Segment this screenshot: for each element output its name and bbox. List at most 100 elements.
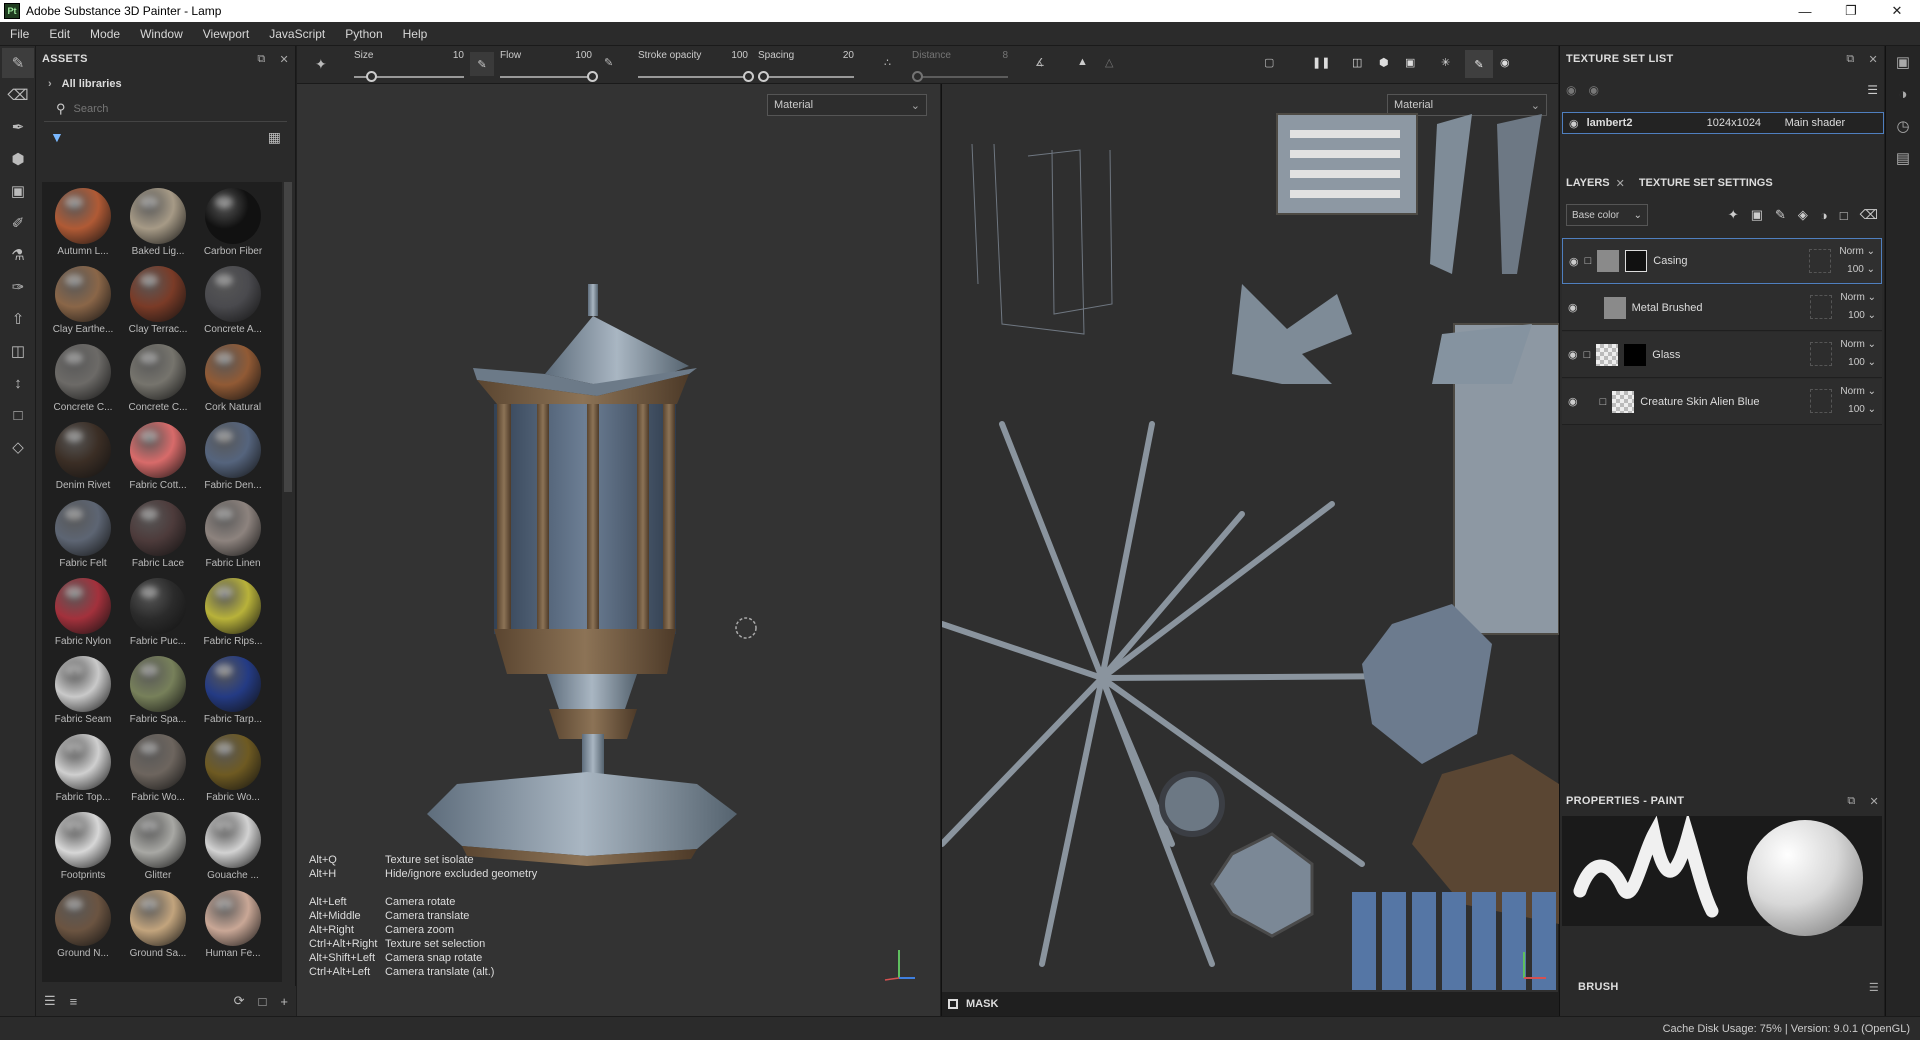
search-input[interactable]: [73, 102, 274, 115]
viewport-2d[interactable]: Material ⌄ MASK: [941, 84, 1559, 1016]
eye-icon[interactable]: ◉: [1588, 83, 1598, 97]
visibility-eye-icon[interactable]: ◉: [1568, 301, 1578, 314]
asset-item[interactable]: Fabric Tarp...: [199, 654, 267, 732]
slider-knob[interactable]: [911, 71, 923, 82]
lighting-icon[interactable]: ✳: [1441, 56, 1450, 69]
asset-item[interactable]: Autumn L...: [49, 186, 117, 264]
add-icon[interactable]: +: [280, 994, 288, 1009]
asset-item[interactable]: Fabric Nylon: [49, 576, 117, 654]
asset-item[interactable]: Fabric Linen: [199, 498, 267, 576]
asset-item[interactable]: Fabric Rips...: [199, 576, 267, 654]
brush-preset-icon[interactable]: ✦: [315, 56, 327, 73]
close-icon[interactable]: ✕: [1874, 0, 1920, 22]
smudge-icon[interactable]: ✐: [2, 208, 34, 238]
spacing-slider[interactable]: Spacing 20: [757, 50, 854, 82]
asset-item[interactable]: Fabric Seam: [49, 654, 117, 732]
blend-mode[interactable]: Norm ⌄ 100 ⌄: [1839, 243, 1875, 279]
asset-item[interactable]: Clay Earthe...: [49, 264, 117, 342]
add-paint-layer-icon[interactable]: ✎: [1775, 207, 1786, 223]
blend-mode[interactable]: Norm ⌄ 100 ⌄: [1840, 336, 1876, 372]
texture-set-panel-icon[interactable]: ▣: [1886, 46, 1920, 78]
viewport-3d[interactable]: Material ⌄ Alt+Q Texture set isolate Alt+H…: [297, 84, 940, 1016]
asset-item[interactable]: Concrete C...: [49, 342, 117, 420]
texture-set-row[interactable]: ◉ lambert2 1024x1024 Main shader: [1562, 112, 1884, 134]
layer-row[interactable]: ◉ □ Creature Skin Alien Blue Norm ⌄ 100 ⌄: [1562, 379, 1882, 425]
menu-python[interactable]: Python: [335, 27, 392, 41]
paint-mode-icon[interactable]: ✎: [1465, 50, 1493, 78]
add-fill-layer-icon[interactable]: ◈: [1798, 207, 1808, 223]
visibility-eye-icon[interactable]: ◉: [1568, 395, 1578, 408]
mask-toggle[interactable]: MASK: [942, 992, 1559, 1016]
color-picker-icon[interactable]: ✑: [2, 272, 34, 302]
list-options-icon[interactable]: ☰: [44, 993, 56, 1009]
flow-pressure-icon[interactable]: ✎: [604, 56, 613, 69]
layer-mask-slot[interactable]: [1809, 249, 1831, 273]
visibility-eye-icon[interactable]: ◉: [1569, 117, 1579, 130]
cube-view-icon[interactable]: ⬢: [1379, 56, 1389, 69]
log-icon[interactable]: ▤: [1886, 142, 1920, 174]
flow-slider[interactable]: Flow 100: [500, 50, 598, 82]
visibility-eye-icon[interactable]: ◉: [1568, 348, 1578, 361]
minimize-icon[interactable]: —: [1782, 0, 1828, 22]
asset-item[interactable]: Fabric Wo...: [199, 732, 267, 810]
asset-item[interactable]: Concrete A...: [199, 264, 267, 342]
lazy-mouse-icon[interactable]: ∴: [884, 56, 891, 69]
folder-icon[interactable]: □: [259, 994, 267, 1009]
asset-item[interactable]: Human Fe...: [199, 888, 267, 966]
texture-set-menu-icon[interactable]: ☰: [1867, 83, 1878, 97]
grid-view-icon[interactable]: ▦: [268, 129, 281, 146]
asset-item[interactable]: Concrete C...: [124, 342, 192, 420]
projection-icon[interactable]: ✒: [2, 112, 34, 142]
add-mask-icon[interactable]: ▣: [1751, 207, 1763, 223]
brush-section[interactable]: BRUSH ☰: [1560, 974, 1885, 1000]
split-view-icon[interactable]: ◫: [1352, 56, 1362, 69]
distance-slider[interactable]: Distance 8: [911, 50, 1008, 82]
asset-item[interactable]: Clay Terrac...: [124, 264, 192, 342]
pause-icon[interactable]: ❚❚: [1312, 56, 1330, 69]
maximize-icon[interactable]: ❐: [1828, 0, 1874, 22]
symmetry-icon[interactable]: ▲: [1077, 56, 1088, 68]
tab-layers[interactable]: LAYERS: [1560, 177, 1616, 189]
menu-window[interactable]: Window: [130, 27, 193, 41]
clone-stamp-icon[interactable]: ⚗: [2, 240, 34, 270]
layer-mask-slot[interactable]: [1810, 342, 1832, 366]
hide-seams-icon[interactable]: ▢: [1264, 56, 1274, 69]
layer-row[interactable]: ◉ □ Casing Norm ⌄ 100 ⌄: [1562, 238, 1882, 284]
float-panel-icon[interactable]: ⧉: [257, 53, 265, 66]
polygon-fill-icon[interactable]: ▣: [2, 176, 34, 206]
refresh-icon[interactable]: ⟳: [234, 993, 245, 1009]
geometry-fill-icon[interactable]: ⬢: [2, 144, 34, 174]
asset-item[interactable]: Fabric Top...: [49, 732, 117, 810]
screenshot-icon[interactable]: □: [2, 400, 34, 430]
slider-track[interactable]: [638, 76, 748, 78]
sort-icon[interactable]: ≡: [70, 994, 78, 1009]
menu-file[interactable]: File: [0, 27, 39, 41]
menu-help[interactable]: Help: [393, 27, 438, 41]
asset-item[interactable]: Cork Natural: [199, 342, 267, 420]
asset-item[interactable]: Fabric Puc...: [124, 576, 192, 654]
float-panel-icon[interactable]: ⧉: [1846, 53, 1854, 66]
tab-texture-set-settings[interactable]: TEXTURE SET SETTINGS: [1639, 177, 1773, 189]
alignment-icon[interactable]: ∡: [1035, 56, 1045, 69]
pen-pressure-icon[interactable]: ✎: [470, 52, 494, 76]
all-libraries-row[interactable]: › All libraries: [36, 72, 295, 96]
layer-mask-slot[interactable]: [1810, 295, 1832, 319]
asset-item[interactable]: Footprints: [49, 810, 117, 888]
display-settings-icon[interactable]: ◑: [1886, 78, 1920, 110]
float-panel-icon[interactable]: ⧉: [1847, 795, 1855, 808]
assets-scrollbar[interactable]: [284, 182, 292, 492]
blend-mode[interactable]: Norm ⌄ 100 ⌄: [1840, 289, 1876, 325]
asset-item[interactable]: Ground N...: [49, 888, 117, 966]
asset-item[interactable]: Fabric Den...: [199, 420, 267, 498]
history-icon[interactable]: ◷: [1886, 110, 1920, 142]
eraser-icon[interactable]: ⌫: [2, 80, 34, 110]
asset-item[interactable]: Ground Sa...: [124, 888, 192, 966]
close-tab-icon[interactable]: ✕: [1616, 177, 1625, 190]
bake-icon[interactable]: ⇧: [2, 304, 34, 334]
slider-track[interactable]: [500, 76, 592, 78]
asset-item[interactable]: Fabric Cott...: [124, 420, 192, 498]
layer-row[interactable]: ◉ □ Glass Norm ⌄ 100 ⌄: [1562, 332, 1882, 378]
asset-item[interactable]: Baked Lig...: [124, 186, 192, 264]
asset-item[interactable]: Gouache ...: [199, 810, 267, 888]
menu-javascript[interactable]: JavaScript: [259, 27, 335, 41]
